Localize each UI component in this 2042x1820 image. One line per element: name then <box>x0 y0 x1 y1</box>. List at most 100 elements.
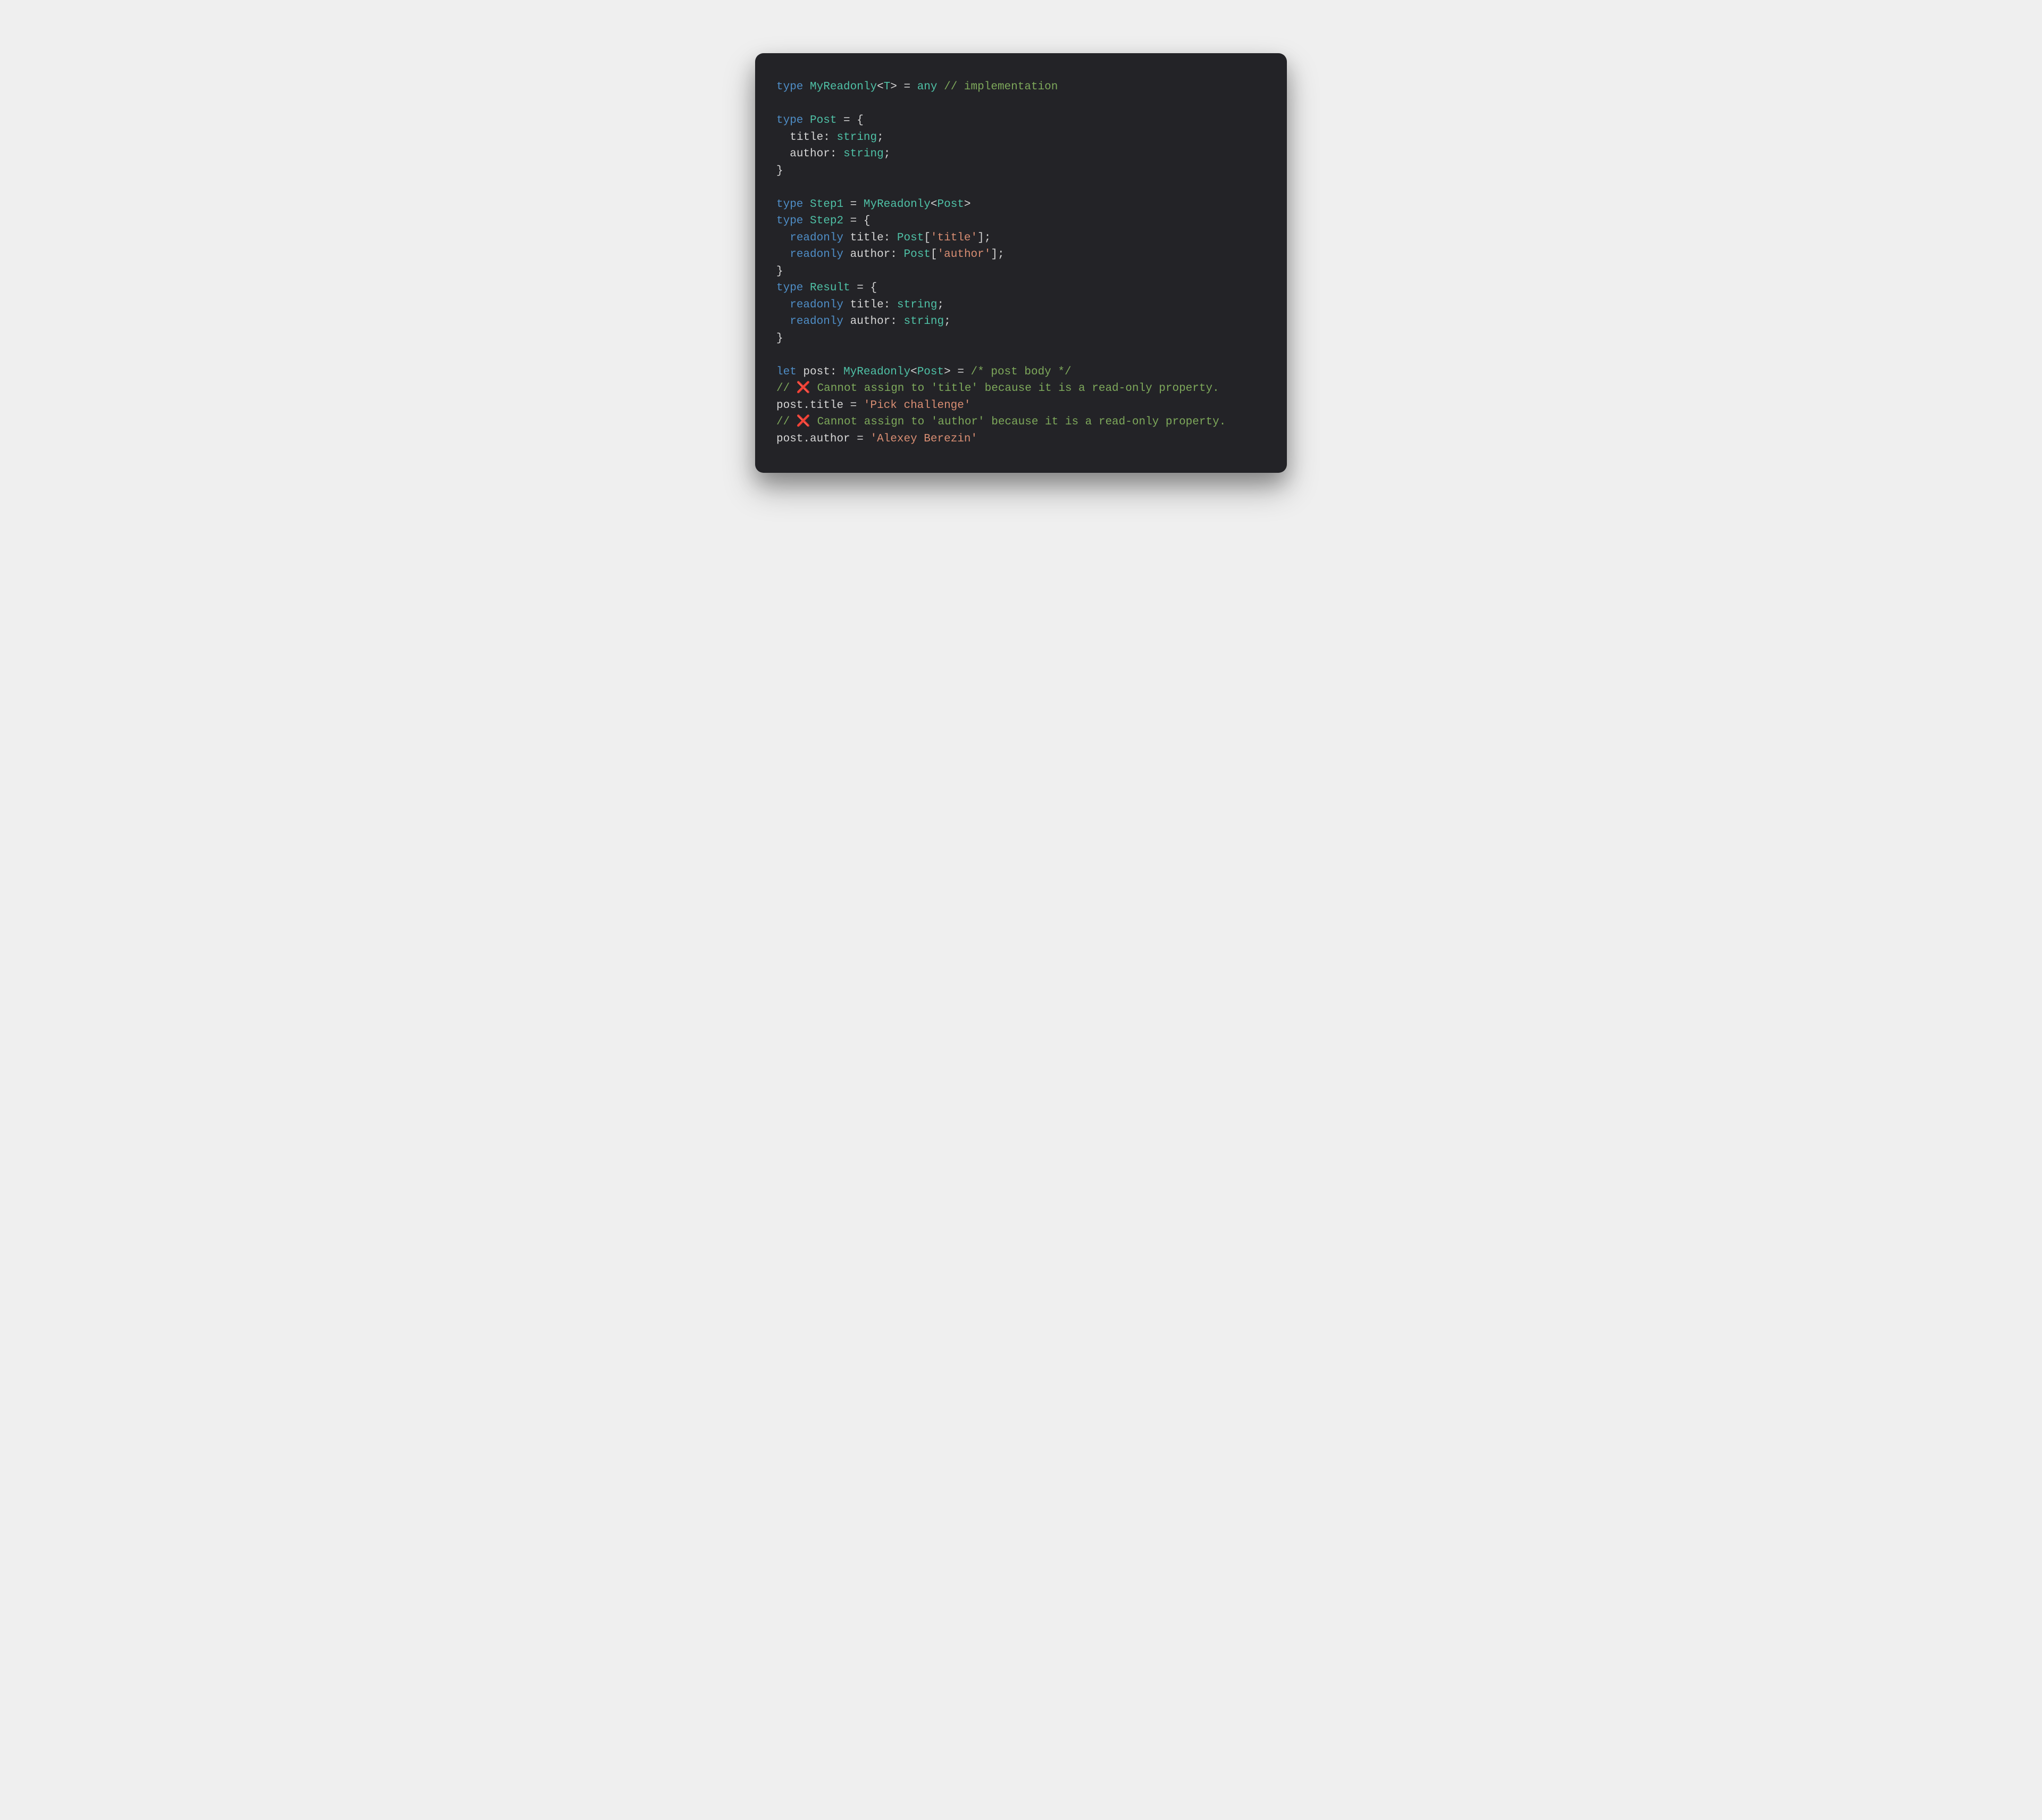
type-string: string <box>897 299 938 311</box>
property: title <box>850 232 884 244</box>
keyword-readonly: readonly <box>790 315 843 328</box>
comment: // <box>776 416 797 428</box>
semicolon: ; <box>938 299 944 311</box>
brace-open: = { <box>843 215 870 227</box>
string-literal: 'Pick challenge' <box>864 399 971 412</box>
semicolon: ; <box>944 315 951 328</box>
code-line: type MyReadonly<T> = any // implementati… <box>776 81 1058 93</box>
string-literal: 'title' <box>931 232 977 244</box>
angle-open: < <box>931 198 938 211</box>
property: title <box>850 299 884 311</box>
colon: : <box>884 299 897 311</box>
code-line: author: string; <box>776 148 890 160</box>
code-line: } <box>776 165 783 177</box>
brace-open: = { <box>850 282 877 294</box>
property: author <box>850 248 891 261</box>
code-line: readonly author: Post['author']; <box>776 248 1005 261</box>
code-line: let post: MyReadonly<Post> = /* post bod… <box>776 366 1072 378</box>
property: author <box>850 315 891 328</box>
code-card: type MyReadonly<T> = any // implementati… <box>755 53 1287 473</box>
brace-open: = { <box>836 114 863 127</box>
brace-close: } <box>776 165 783 177</box>
code-line: } <box>776 265 783 278</box>
variable: post <box>776 433 803 445</box>
type-any: any <box>917 81 938 93</box>
bracket-open: [ <box>931 248 938 261</box>
colon: : <box>884 232 897 244</box>
cross-icon: ❌ <box>797 382 810 395</box>
colon: : <box>890 315 903 328</box>
dot: . <box>803 399 810 412</box>
keyword-type: type <box>776 114 803 127</box>
code-line: title: string; <box>776 131 884 144</box>
comment: // <box>776 382 797 395</box>
type-string: string <box>843 148 884 160</box>
type-arg: Post <box>938 198 964 211</box>
code-line: // ❌ Cannot assign to 'author' because i… <box>776 416 1226 428</box>
keyword-let: let <box>776 366 797 378</box>
angle-close: > <box>890 81 897 93</box>
bracket-close: ] <box>977 232 984 244</box>
property: title <box>810 399 843 412</box>
type-ref: Post <box>897 232 924 244</box>
comment: // implementation <box>944 81 1058 93</box>
keyword-type: type <box>776 215 803 227</box>
code-line: // ❌ Cannot assign to 'title' because it… <box>776 382 1219 395</box>
keyword-readonly: readonly <box>790 232 843 244</box>
code-line: readonly title: Post['title']; <box>776 232 991 244</box>
brace-close: } <box>776 332 783 345</box>
comment: Cannot assign to 'title' because it is a… <box>810 382 1219 395</box>
type-arg: Post <box>917 366 944 378</box>
code-line: post.author = 'Alexey Berezin' <box>776 433 977 445</box>
comment: Cannot assign to 'author' because it is … <box>810 416 1226 428</box>
variable: post <box>776 399 803 412</box>
angle-close: > <box>944 366 951 378</box>
colon: : <box>830 148 843 160</box>
type-name: Step2 <box>810 215 843 227</box>
equals: = <box>951 366 971 378</box>
type-string: string <box>904 315 944 328</box>
code-line: readonly author: string; <box>776 315 951 328</box>
code-line: } <box>776 332 783 345</box>
brace-close: } <box>776 265 783 278</box>
keyword-readonly: readonly <box>790 299 843 311</box>
property: title <box>790 131 823 144</box>
code-line: type Step1 = MyReadonly<Post> <box>776 198 971 211</box>
angle-open: < <box>877 81 884 93</box>
type-ref: MyReadonly <box>843 366 910 378</box>
string-literal: 'author' <box>938 248 991 261</box>
code-line: type Result = { <box>776 282 877 294</box>
keyword-type: type <box>776 198 803 211</box>
cross-icon: ❌ <box>797 416 810 428</box>
semicolon: ; <box>998 248 1005 261</box>
keyword-type: type <box>776 282 803 294</box>
string-literal: 'Alexey Berezin' <box>870 433 977 445</box>
angle-open: < <box>910 366 917 378</box>
type-name: Result <box>810 282 850 294</box>
equals: = <box>850 433 871 445</box>
code-line: type Step2 = { <box>776 215 870 227</box>
equals: = <box>843 198 864 211</box>
colon: : <box>823 131 836 144</box>
colon: : <box>890 248 903 261</box>
semicolon: ; <box>884 148 891 160</box>
equals: = <box>843 399 864 412</box>
type-param: T <box>884 81 891 93</box>
code-line: type Post = { <box>776 114 864 127</box>
type-ref: MyReadonly <box>864 198 931 211</box>
type-name: MyReadonly <box>810 81 877 93</box>
type-name: Post <box>810 114 836 127</box>
bracket-close: ] <box>991 248 998 261</box>
comment: /* post body */ <box>971 366 1072 378</box>
semicolon: ; <box>877 131 884 144</box>
code-block: type MyReadonly<T> = any // implementati… <box>776 79 1266 447</box>
colon: : <box>830 366 843 378</box>
type-string: string <box>836 131 877 144</box>
semicolon: ; <box>984 232 991 244</box>
property: author <box>810 433 850 445</box>
variable: post <box>803 366 830 378</box>
dot: . <box>803 433 810 445</box>
equals: = <box>897 81 917 93</box>
bracket-open: [ <box>924 232 931 244</box>
property: author <box>790 148 830 160</box>
